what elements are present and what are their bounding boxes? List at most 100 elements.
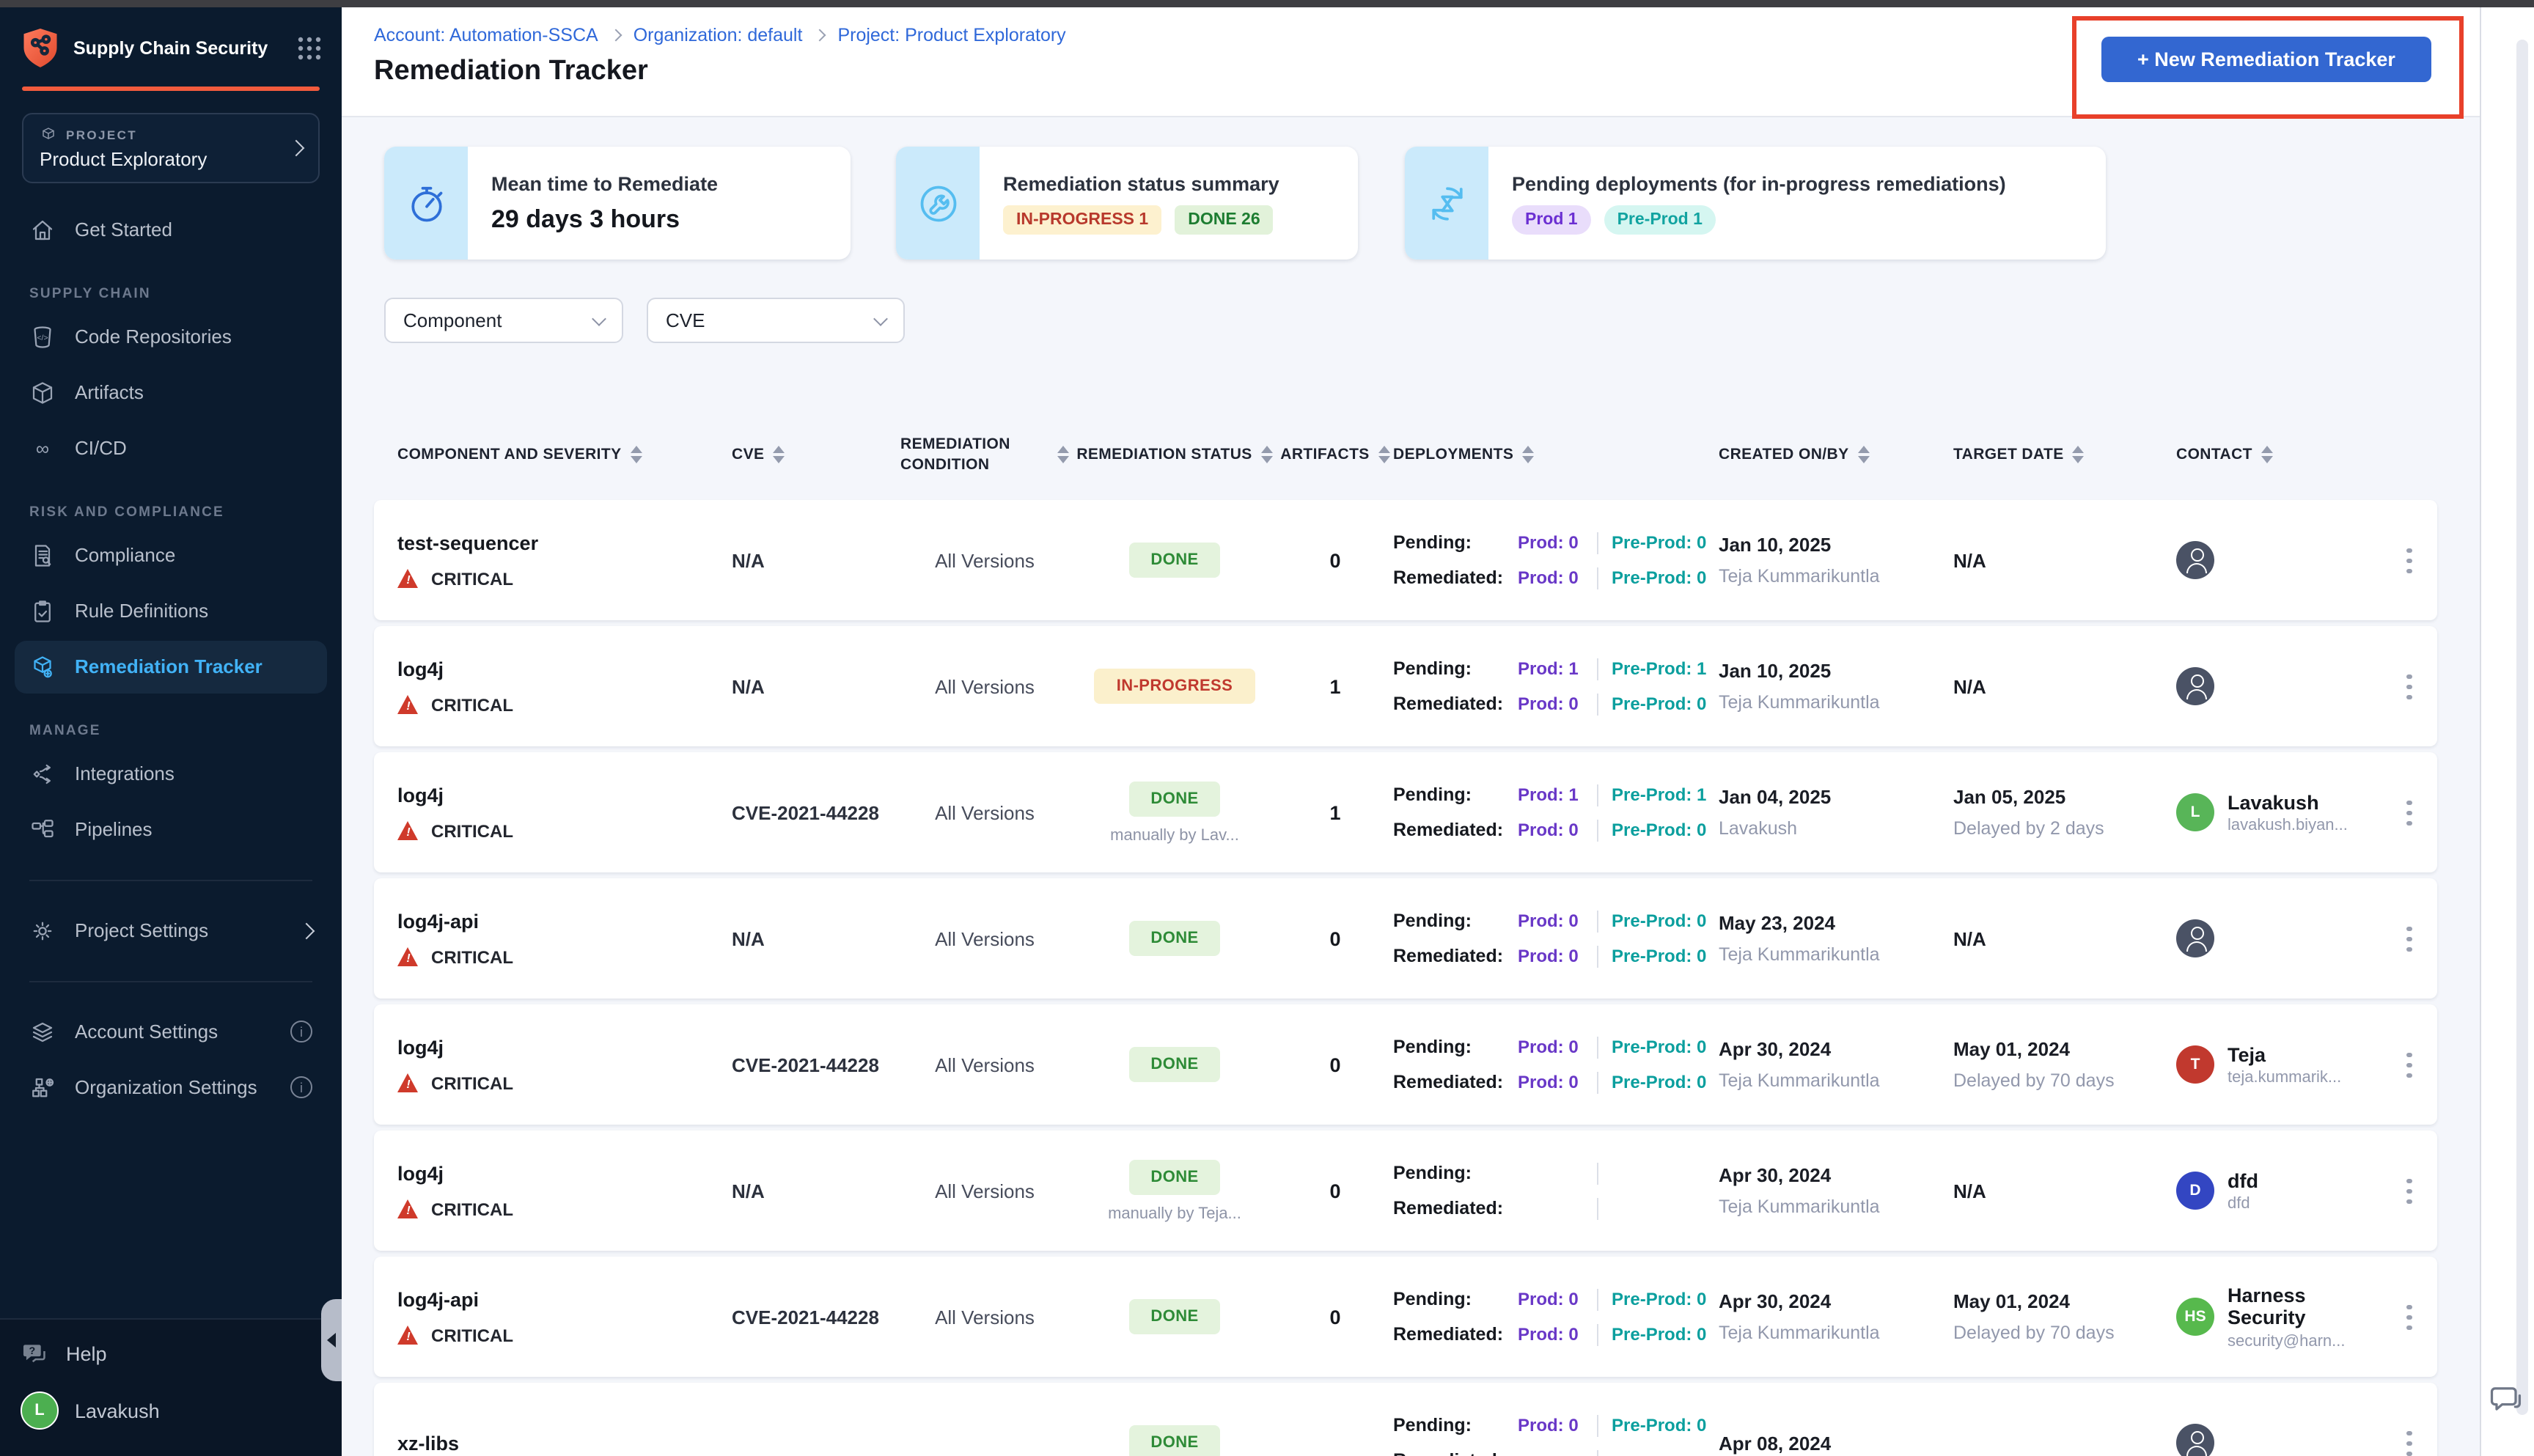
pending-preprod-link[interactable]: Pre-Prod: 0 xyxy=(1612,1416,1706,1436)
col-cve[interactable]: CVE xyxy=(714,444,897,465)
vertical-scrollbar[interactable] xyxy=(2516,40,2528,1415)
in-progress-count-badge: IN-PROGRESS 1 xyxy=(1003,205,1162,234)
created-date: Apr 30, 2024 xyxy=(1719,1038,1832,1061)
cve-filter-select[interactable]: CVE xyxy=(647,298,905,343)
pending-preprod-link[interactable]: Pre-Prod: 1 xyxy=(1612,659,1706,680)
component-name[interactable]: log4j xyxy=(397,1037,711,1059)
remediated-prod-link[interactable]: Prod: 0 xyxy=(1518,820,1584,841)
help-button[interactable]: ? Help xyxy=(21,1340,321,1368)
row-actions-menu[interactable] xyxy=(2398,791,2421,834)
component-name[interactable]: log4j-api xyxy=(397,911,711,933)
divider xyxy=(1597,693,1598,716)
pending-prod-link[interactable]: Prod: 1 xyxy=(1518,785,1584,806)
sidebar-item-code-repositories[interactable]: </> Code Repositories xyxy=(15,310,327,363)
sidebar-item-integrations[interactable]: Integrations xyxy=(15,747,327,800)
sidebar-item-rule-definitions[interactable]: Rule Definitions xyxy=(15,584,327,637)
remediated-preprod-link[interactable]: Pre-Prod: 0 xyxy=(1612,946,1706,967)
row-actions-menu[interactable] xyxy=(2398,1295,2421,1339)
chevron-right-icon xyxy=(609,29,623,42)
row-actions-menu[interactable] xyxy=(2398,665,2421,708)
row-actions-menu[interactable] xyxy=(2398,1422,2421,1456)
component-name[interactable]: log4j xyxy=(397,658,711,680)
pending-preprod-link[interactable]: Pre-Prod: 0 xyxy=(1612,533,1706,554)
chat-widget-icon[interactable] xyxy=(2487,1380,2525,1418)
sidebar-section-label: SUPPLY CHAIN xyxy=(29,285,151,301)
sidebar-item-organization-settings[interactable]: Organization Settings xyxy=(15,1061,327,1114)
component-name[interactable]: log4j-api xyxy=(397,1289,711,1311)
col-contact[interactable]: CONTACT xyxy=(2176,444,2377,465)
pending-prod-link[interactable]: Prod: 0 xyxy=(1518,1416,1584,1436)
pending-preprod-link[interactable]: Pre-Prod: 1 xyxy=(1612,785,1706,806)
card-title: Mean time to Remediate xyxy=(491,172,719,194)
breadcrumb-account[interactable]: Account: Automation-SSCA xyxy=(374,25,598,45)
sidebar-item-pipelines[interactable]: Pipelines xyxy=(15,803,327,856)
sidebar-item-get-started[interactable]: Get Started xyxy=(15,203,327,256)
remediated-prod-link[interactable]: Prod: 0 xyxy=(1518,946,1584,967)
remediated-prod-link[interactable]: Prod: 0 xyxy=(1518,1073,1584,1093)
sidebar-item-project-settings[interactable]: Project Settings xyxy=(15,904,327,957)
sidebar-item-label: Account Settings xyxy=(75,1021,218,1043)
pending-label: Pending: xyxy=(1393,1289,1472,1310)
remediated-prod-link[interactable]: Prod: 0 xyxy=(1518,1325,1584,1345)
remediated-preprod-link[interactable]: Pre-Prod: 0 xyxy=(1612,1073,1706,1093)
sidebar-item-compliance[interactable]: Compliance xyxy=(15,529,327,581)
pending-prod-link[interactable]: Prod: 0 xyxy=(1518,911,1584,932)
col-artifacts[interactable]: ARTIFACTS xyxy=(1280,444,1390,465)
row-actions-menu[interactable] xyxy=(2398,539,2421,582)
component-name[interactable]: xz-libs xyxy=(397,1433,711,1455)
user-menu[interactable]: L Lavakush xyxy=(21,1391,321,1430)
pending-prod-link[interactable]: Prod: 0 xyxy=(1518,1290,1584,1310)
info-icon[interactable] xyxy=(290,1076,312,1098)
pending-prod-link[interactable]: Prod: 1 xyxy=(1518,659,1584,680)
breadcrumb-project[interactable]: Project: Product Exploratory xyxy=(837,25,1065,45)
row-actions-menu[interactable] xyxy=(2398,1043,2421,1087)
col-deployments[interactable]: DEPLOYMENTS xyxy=(1393,444,1716,465)
info-icon[interactable] xyxy=(290,1021,312,1043)
deployments-cell: Pending: Prod: 0 Pre-Prod: 0 Remediated:… xyxy=(1393,532,1716,589)
table-row: log4j-api CRITICAL N/A All Versions DONE… xyxy=(374,878,2437,999)
remediated-preprod-link[interactable]: Pre-Prod: 0 xyxy=(1612,568,1706,589)
new-remediation-tracker-button[interactable]: + New Remediation Tracker xyxy=(2101,37,2431,82)
component-name[interactable]: test-sequencer xyxy=(397,532,711,554)
remediated-prod-link[interactable]: Prod: 0 xyxy=(1518,568,1584,589)
pending-prod-link[interactable]: Prod: 0 xyxy=(1518,533,1584,554)
critical-warning-icon xyxy=(397,1199,419,1219)
component-name[interactable]: log4j xyxy=(397,784,711,806)
divider xyxy=(1597,1414,1598,1437)
created-on-by-cell: Jan 10, 2025 Teja Kummarikuntla xyxy=(1719,534,1950,587)
target-date: May 01, 2024 xyxy=(1953,1038,2071,1061)
divider xyxy=(1597,1449,1598,1456)
component-filter-select[interactable]: Component xyxy=(384,298,623,343)
home-icon xyxy=(29,216,56,243)
artifacts-count: 0 xyxy=(1329,1054,1341,1076)
col-target-date[interactable]: TARGET DATE xyxy=(1953,444,2173,465)
component-name[interactable]: log4j xyxy=(397,1163,711,1185)
sidebar-item-account-settings[interactable]: Account Settings xyxy=(15,1005,327,1058)
sidebar-item-remediation-tracker[interactable]: Remediation Tracker xyxy=(15,640,327,693)
remediated-preprod-link[interactable]: Pre-Prod: 0 xyxy=(1612,1325,1706,1345)
created-on-by-cell: Apr 30, 2024 Teja Kummarikuntla xyxy=(1719,1291,1950,1344)
remediated-preprod-link[interactable]: Pre-Prod: 0 xyxy=(1612,694,1706,715)
divider xyxy=(1597,567,1598,589)
pending-preprod-link[interactable]: Pre-Prod: 0 xyxy=(1612,1037,1706,1058)
pending-preprod-link[interactable]: Pre-Prod: 0 xyxy=(1612,1290,1706,1310)
critical-warning-icon xyxy=(397,695,419,715)
cve-cell: N/A xyxy=(732,1180,765,1202)
row-actions-menu[interactable] xyxy=(2398,917,2421,960)
breadcrumb-organization[interactable]: Organization: default xyxy=(634,25,803,45)
module-grid-icon[interactable] xyxy=(298,37,321,60)
pending-prod-link[interactable]: Prod: 0 xyxy=(1518,1037,1584,1058)
pending-preprod-link[interactable]: Pre-Prod: 0 xyxy=(1612,911,1706,932)
col-remediation-status[interactable]: REMEDIATION STATUS xyxy=(1072,444,1277,465)
remediated-preprod-link[interactable]: Pre-Prod: 0 xyxy=(1612,820,1706,841)
row-actions-menu[interactable] xyxy=(2398,1169,2421,1213)
col-created-on-by[interactable]: CREATED ON/BY xyxy=(1719,444,1950,465)
sidebar-item-artifacts[interactable]: Artifacts xyxy=(15,366,327,419)
remediated-prod-link[interactable]: Prod: 0 xyxy=(1518,694,1584,715)
sidebar-item-ci-cd[interactable]: ∞ CI/CD xyxy=(15,422,327,474)
critical-warning-icon xyxy=(397,569,419,589)
project-selector[interactable]: PROJECT Product Exploratory xyxy=(22,112,320,183)
col-component-severity[interactable]: COMPONENT AND SEVERITY xyxy=(397,444,711,465)
sidebar-collapse-handle[interactable] xyxy=(321,1299,342,1381)
col-remediation-condition[interactable]: REMEDIATION CONDITION xyxy=(900,434,1069,476)
